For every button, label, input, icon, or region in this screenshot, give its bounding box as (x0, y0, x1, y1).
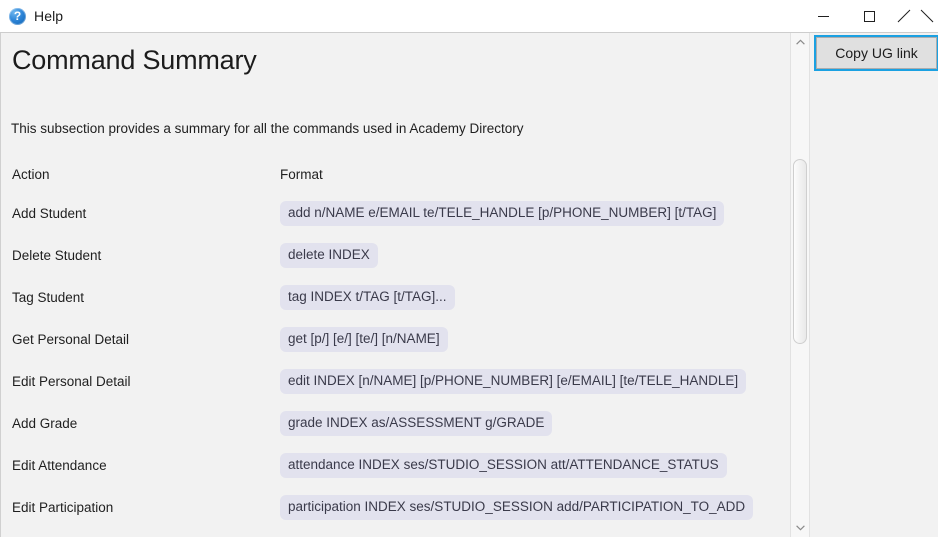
command-format-pill: attendance INDEX ses/STUDIO_SESSION att/… (280, 453, 727, 478)
cell-format: get [p/] [e/] [te/] [n/NAME] (280, 318, 776, 360)
table-row: Delete Student delete INDEX (12, 234, 776, 276)
vertical-scrollbar[interactable] (790, 33, 810, 537)
command-format-pill: tag INDEX t/TAG [t/TAG]... (280, 285, 455, 310)
cell-action: Edit Attendance (12, 457, 107, 473)
table-row: Add Student add n/NAME e/EMAIL te/TELE_H… (12, 192, 776, 234)
maximize-button[interactable] (846, 0, 892, 33)
cell-format: show ASSESSMENT (280, 528, 776, 537)
command-format-pill: add n/NAME e/EMAIL te/TELE_HANDLE [p/PHO… (280, 201, 725, 226)
command-format-pill: participation INDEX ses/STUDIO_SESSION a… (280, 495, 754, 520)
side-panel: Copy UG link (810, 33, 938, 537)
cell-action: Edit Personal Detail (12, 373, 131, 389)
maximize-icon (863, 11, 875, 22)
column-header-action: Action (12, 167, 50, 183)
minimize-button[interactable] (800, 0, 846, 33)
command-format-pill: get [p/] [e/] [te/] [n/NAME] (280, 327, 448, 352)
copy-ug-link-button[interactable]: Copy UG link (814, 35, 938, 71)
intro-paragraph: This subsection provides a summary for a… (11, 120, 524, 136)
command-summary-table: Action Format Add Student add n/NAME e/E… (12, 167, 776, 537)
table-header-row: Action Format (12, 167, 776, 192)
cell-format: grade INDEX as/ASSESSMENT g/GRADE (280, 402, 776, 444)
cell-action: Edit Participation (12, 499, 114, 515)
help-question-icon: ? (9, 7, 26, 25)
minimize-icon (817, 16, 829, 17)
cell-format: attendance INDEX ses/STUDIO_SESSION att/… (280, 444, 776, 486)
cell-action: Delete Student (12, 247, 102, 263)
close-icon (909, 10, 922, 23)
cell-action: Add Student (12, 205, 87, 221)
cell-action: Tag Student (12, 289, 85, 305)
cell-format: edit INDEX [n/NAME] [p/PHONE_NUMBER] [e/… (280, 360, 776, 402)
cell-format: participation INDEX ses/STUDIO_SESSION a… (280, 486, 776, 528)
cell-format: tag INDEX t/TAG [t/TAG]... (280, 276, 776, 318)
table-row: Add Grade grade INDEX as/ASSESSMENT g/GR… (12, 402, 776, 444)
help-document: Command Summary This subsection provides… (1, 33, 790, 537)
command-format-pill: delete INDEX (280, 243, 378, 268)
close-button[interactable] (892, 0, 938, 33)
cell-action: Get Personal Detail (12, 331, 130, 347)
cell-action: Show Grade (12, 528, 280, 537)
table-row: Edit Personal Detail edit INDEX [n/NAME]… (12, 360, 776, 402)
table-body: Add Student add n/NAME e/EMAIL te/TELE_H… (12, 192, 776, 537)
chevron-down-icon (795, 525, 805, 531)
table-row: Tag Student tag INDEX t/TAG [t/TAG]... (12, 276, 776, 318)
titlebar-identity: ? Help (0, 7, 64, 25)
command-format-pill: grade INDEX as/ASSESSMENT g/GRADE (280, 411, 553, 436)
cell-format: delete INDEX (280, 234, 776, 276)
column-header-format: Format (280, 167, 323, 183)
table-row: Show Grade show ASSESSMENT (12, 528, 776, 537)
page-title: Command Summary (12, 45, 257, 75)
table-row: Edit Participation participation INDEX s… (12, 486, 776, 528)
scroll-down-button[interactable] (791, 519, 809, 537)
window-title: Help (34, 8, 64, 24)
scrollbar-thumb[interactable] (793, 159, 807, 344)
cell-action: Add Grade (12, 415, 78, 431)
scrollbar-track[interactable] (791, 51, 809, 519)
command-format-pill: edit INDEX [n/NAME] [p/PHONE_NUMBER] [e/… (280, 369, 747, 394)
help-content-scrollpane[interactable]: Command Summary This subsection provides… (0, 33, 790, 537)
table-row: Edit Attendance attendance INDEX ses/STU… (12, 444, 776, 486)
scroll-up-button[interactable] (791, 33, 809, 51)
window-titlebar: ? Help (0, 0, 938, 33)
cell-format: add n/NAME e/EMAIL te/TELE_HANDLE [p/PHO… (280, 192, 776, 234)
table-head: Action Format (12, 167, 776, 192)
window-body: Command Summary This subsection provides… (0, 33, 938, 537)
chevron-up-icon (795, 39, 805, 45)
table-row: Get Personal Detail get [p/] [e/] [te/] … (12, 318, 776, 360)
window-controls (800, 0, 938, 33)
help-window: ? Help Command Summary This subsection p… (0, 0, 938, 537)
